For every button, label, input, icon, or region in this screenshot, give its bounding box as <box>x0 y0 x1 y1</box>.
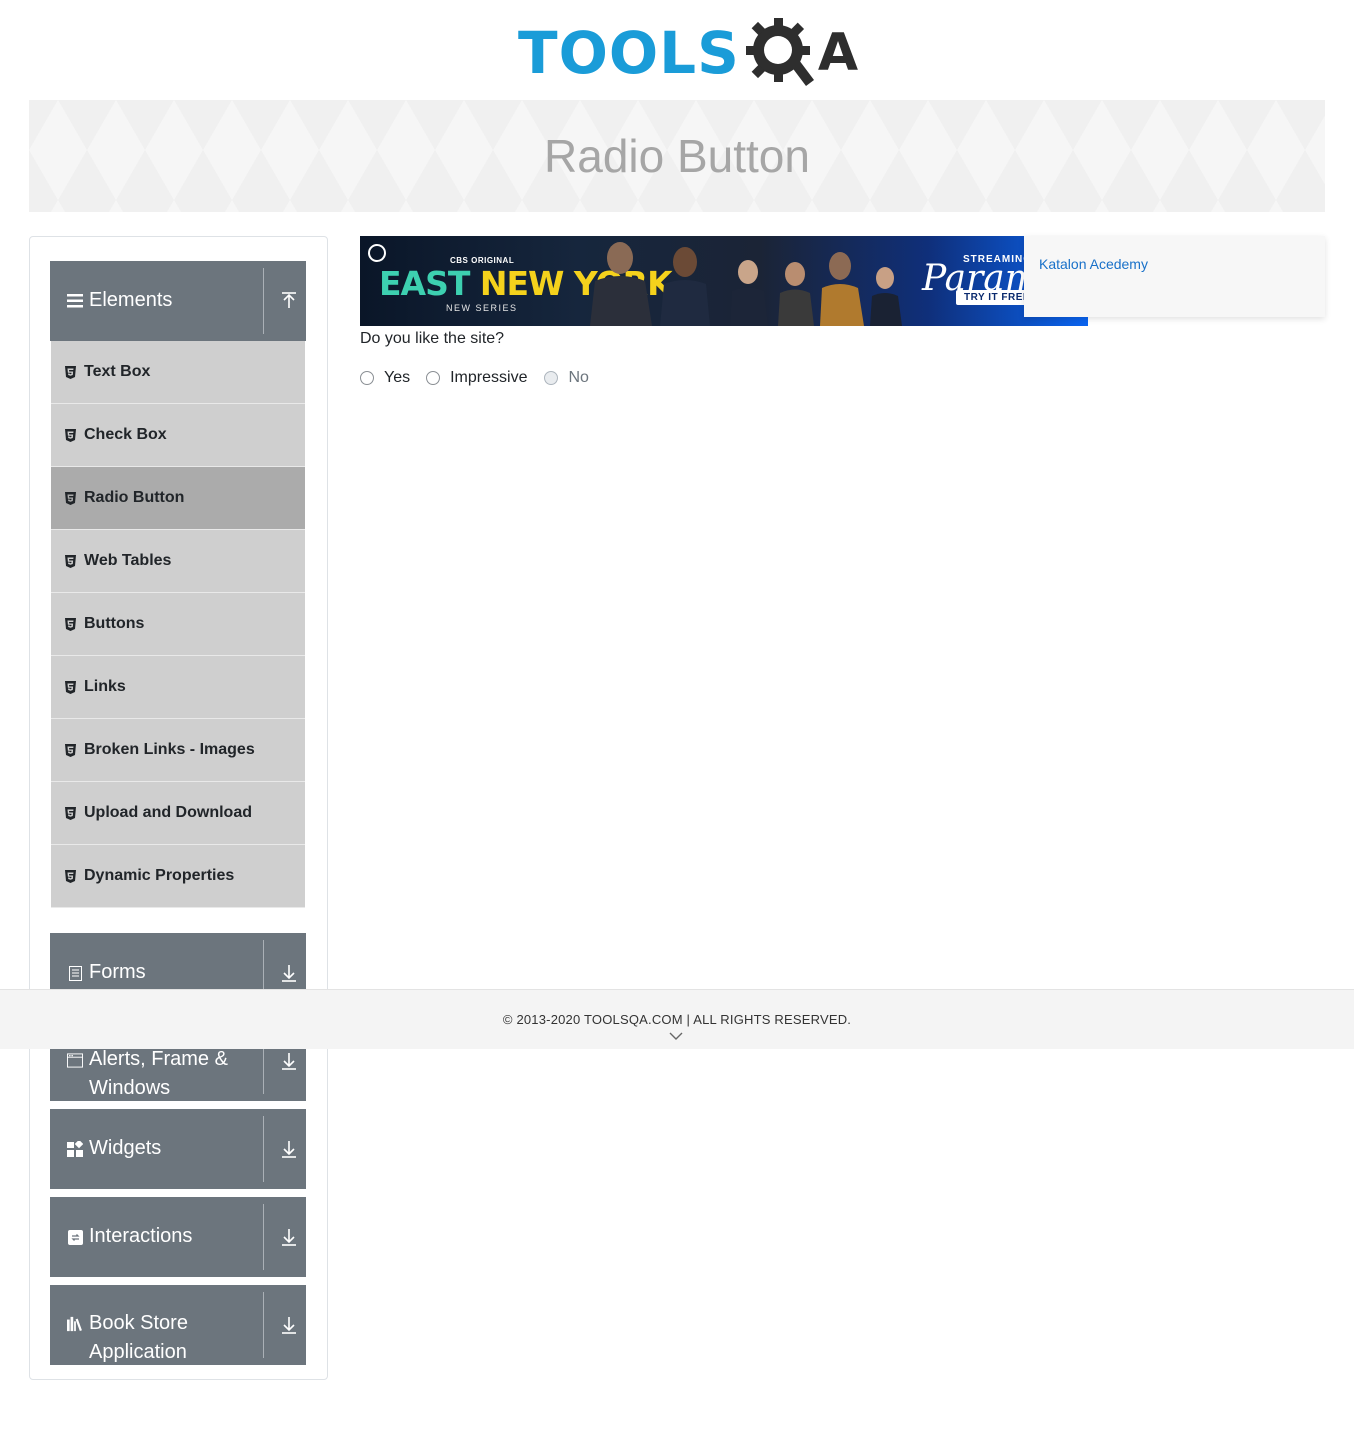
sidebar-item-label: Text Box <box>84 363 151 380</box>
page-banner: Radio Button <box>29 100 1325 212</box>
radio-no-label: No <box>568 369 589 386</box>
footer: © 2013-2020 TOOLSQA.COM | ALL RIGHTS RES… <box>0 989 1354 1049</box>
sidebar-item-label: Radio Button <box>84 489 185 506</box>
expand-arrow-icon[interactable] <box>276 1048 302 1074</box>
expand-arrow-icon[interactable] <box>276 1312 302 1338</box>
html5-icon <box>65 491 76 505</box>
paramount-logo-icon <box>368 244 386 262</box>
radio-yes-label[interactable]: Yes <box>384 369 410 387</box>
group-label: Elements <box>89 289 173 311</box>
group-divider <box>263 1292 264 1358</box>
logo-gear-q-icon <box>744 14 822 92</box>
group-divider <box>263 1116 264 1182</box>
group-label: Book Store Application <box>89 1312 188 1363</box>
sidebar-item-label: Check Box <box>84 426 167 443</box>
hamburger-icon <box>67 293 83 309</box>
widgets-icon <box>67 1141 83 1157</box>
expand-arrow-icon[interactable] <box>276 960 302 986</box>
group-label: Interactions <box>89 1225 193 1247</box>
ad-title-part1: EAST <box>379 264 470 303</box>
group-label: Alerts, Frame & Windows <box>89 1048 228 1099</box>
sidebar-item-label: Broken Links - Images <box>84 741 255 758</box>
group-header-book-store-application[interactable]: Book Store Application <box>50 1285 306 1365</box>
toolsqa-logo[interactable]: TOOLS A <box>518 14 858 92</box>
sidebar-item-radio-button[interactable]: Radio Button <box>51 467 305 530</box>
books-icon <box>67 1316 83 1332</box>
sidebar-item-links[interactable]: Links <box>51 656 305 719</box>
sidebar: Elements Text Box Check Box Radio Button… <box>29 236 328 1380</box>
expand-arrow-icon[interactable] <box>276 1224 302 1250</box>
group-header-interactions[interactable]: Interactions <box>50 1197 306 1277</box>
sidebar-item-text-box[interactable]: Text Box <box>51 341 305 404</box>
logo-letter-a: A <box>817 23 859 83</box>
advertisement-banner[interactable]: CBS ORIGINAL EAST NEW YORK NEW SERIES ST… <box>360 236 1088 326</box>
html5-icon <box>65 617 76 631</box>
group-divider <box>263 1204 264 1270</box>
group-header-widgets[interactable]: Widgets <box>50 1109 306 1189</box>
question-text: Do you like the site? <box>360 330 505 347</box>
sidebar-item-buttons[interactable]: Buttons <box>51 593 305 656</box>
sidebar-item-upload-and-download[interactable]: Upload and Download <box>51 782 305 845</box>
sidebar-item-check-box[interactable]: Check Box <box>51 404 305 467</box>
html5-icon <box>65 428 76 442</box>
logo-text: TOOLS <box>518 19 740 87</box>
html5-icon <box>65 554 76 568</box>
html5-icon <box>65 869 76 883</box>
group-label: Widgets <box>89 1137 162 1159</box>
collapse-arrow-icon[interactable] <box>276 288 302 314</box>
html5-icon <box>65 365 76 379</box>
sidebar-item-label: Dynamic Properties <box>84 867 235 884</box>
radio-impressive-label[interactable]: Impressive <box>450 369 527 387</box>
group-header-elements[interactable]: Elements <box>50 261 306 341</box>
group-divider <box>263 268 264 334</box>
sidebar-item-label: Web Tables <box>84 552 172 569</box>
radio-impressive[interactable] <box>426 371 441 385</box>
expand-arrow-icon[interactable] <box>276 1136 302 1162</box>
sidebar-item-label: Upload and Download <box>84 804 252 821</box>
form-icon <box>67 965 83 981</box>
elements-menu-list: Text Box Check Box Radio Button Web Tabl… <box>51 341 305 908</box>
radio-no <box>544 371 559 385</box>
katalon-academy-link[interactable]: Katalon Acedemy <box>1039 256 1148 272</box>
html5-icon <box>65 743 76 757</box>
copyright-text: © 2013-2020 TOOLSQA.COM | ALL RIGHTS RES… <box>502 1012 852 1027</box>
group-label: Forms <box>89 961 146 983</box>
html5-icon <box>65 806 76 820</box>
ad-subtitle: NEW SERIES <box>446 303 518 313</box>
radio-yes[interactable] <box>360 371 374 385</box>
sidebar-item-label: Buttons <box>84 615 145 632</box>
sidebar-item-web-tables[interactable]: Web Tables <box>51 530 305 593</box>
sidebar-item-broken-links-images[interactable]: Broken Links - Images <box>51 719 305 782</box>
interactions-icon <box>67 1229 83 1245</box>
sidebar-item-dynamic-properties[interactable]: Dynamic Properties <box>51 845 305 908</box>
katalon-side-ad: Katalon Acedemy <box>1024 236 1325 317</box>
window-icon <box>67 1052 83 1068</box>
page-title: Radio Button <box>544 130 810 182</box>
radio-group: Yes Impressive No <box>360 368 589 388</box>
chevron-down-icon[interactable] <box>669 1031 683 1041</box>
sidebar-item-label: Links <box>84 678 126 695</box>
ad-cast-photo <box>590 242 902 326</box>
html5-icon <box>65 680 76 694</box>
